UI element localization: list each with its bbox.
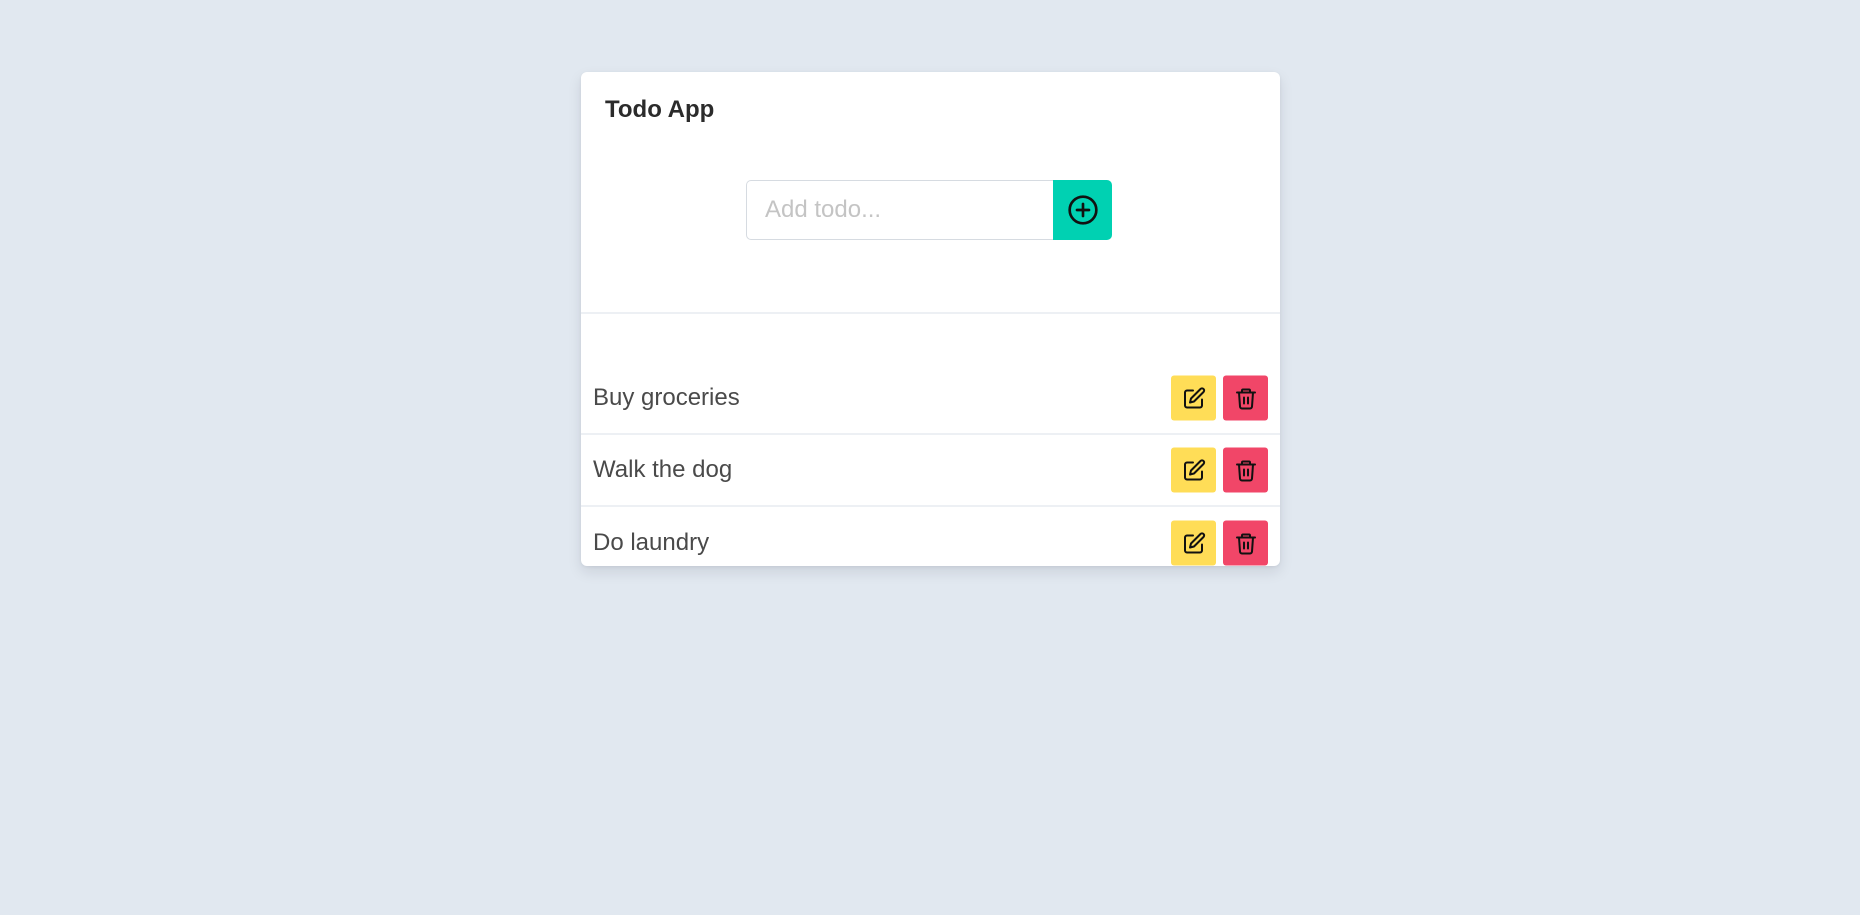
trash-icon [1234,458,1258,482]
todo-item: Do laundry [581,507,1280,566]
edit-button[interactable] [1171,447,1216,493]
todo-list: Buy groceries Walk the dog Do laundry [581,363,1280,566]
card-header: Todo App [581,72,1280,314]
todo-text: Do laundry [593,529,710,556]
add-todo-button[interactable] [1053,180,1112,240]
trash-icon [1234,386,1258,410]
add-todo-form [746,180,1112,240]
edit-icon [1182,458,1206,482]
todo-actions [1171,520,1268,566]
trash-icon [1234,531,1258,555]
todo-text: Walk the dog [593,456,733,483]
delete-button[interactable] [1223,520,1268,566]
plus-circle-icon [1067,194,1099,226]
page-title: Todo App [605,96,715,123]
todo-actions [1171,375,1268,421]
edit-button[interactable] [1171,375,1216,421]
todo-text: Buy groceries [593,384,740,411]
add-todo-input[interactable] [746,180,1053,240]
todo-actions [1171,447,1268,493]
todo-card: Todo App Buy groceries [581,72,1280,566]
edit-icon [1182,386,1206,410]
todo-item: Buy groceries [581,363,1280,435]
delete-button[interactable] [1223,375,1268,421]
todo-item: Walk the dog [581,435,1280,507]
edit-icon [1182,531,1206,555]
edit-button[interactable] [1171,520,1216,566]
delete-button[interactable] [1223,447,1268,493]
